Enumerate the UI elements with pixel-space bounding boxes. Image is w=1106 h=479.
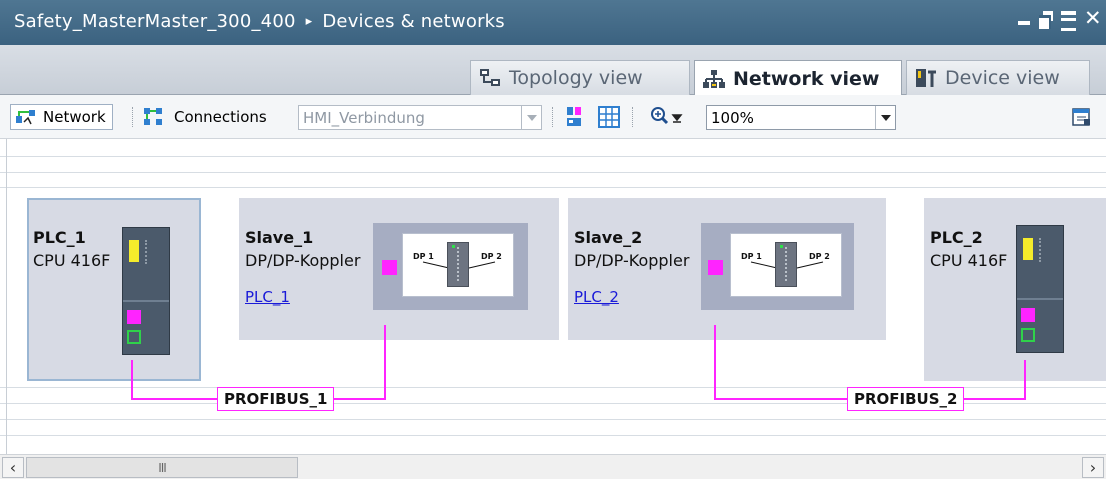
dp-coupler-box: [775, 242, 797, 287]
table-icon: [598, 106, 620, 128]
cpu-divider: [123, 300, 169, 302]
breadcrumb-separator-icon: ▸: [305, 14, 313, 29]
dp-coupler-module: DP 1 DP 2: [373, 223, 528, 310]
cpu-module-icon: [1016, 225, 1064, 353]
tab-label: Device view: [945, 67, 1060, 89]
device-icon: [915, 68, 937, 88]
tab-topology-view[interactable]: Topology view: [470, 60, 690, 95]
zoom-select[interactable]: 100%: [706, 105, 896, 130]
profibus-1-line[interactable]: [384, 325, 386, 400]
device-name: Slave_2: [574, 228, 643, 247]
device-master-link[interactable]: PLC_2: [574, 288, 619, 306]
network-icon: [703, 69, 725, 89]
editor-title-bar: Safety_MasterMaster_300_400 ▸ Devices & ne…: [0, 0, 1106, 45]
profibus-port-icon[interactable]: [127, 310, 141, 324]
grid-line: [0, 172, 1106, 173]
tab-label: Topology view: [509, 67, 643, 89]
horizontal-scrollbar[interactable]: ‹ III ›: [0, 454, 1106, 479]
connections-label: Connections: [174, 108, 267, 126]
profibus-1-line[interactable]: [131, 360, 133, 399]
breadcrumb: Safety_MasterMaster_300_400 ▸ Devices & ne…: [14, 11, 505, 32]
toolbar-divider: [552, 107, 554, 127]
network-mode-icon: [16, 110, 35, 125]
zoom-button[interactable]: [650, 105, 686, 129]
toolbar-divider: [132, 107, 134, 127]
network-toolbar: Network Connections HMI_Verbindung 100%: [0, 95, 1106, 139]
device-slave-1[interactable]: Slave_1 DP/DP-Koppler PLC_1 DP 1 DP 2: [239, 198, 559, 340]
profinet-port-icon[interactable]: [127, 330, 141, 344]
profibus-port-icon[interactable]: [708, 260, 723, 275]
profinet-port-icon[interactable]: [1021, 328, 1035, 342]
device-type: CPU 416F: [33, 251, 111, 270]
address-labels-icon: [567, 107, 581, 126]
connections-icon: [144, 108, 162, 125]
device-plc-2[interactable]: PLC_2 CPU 416F: [924, 198, 1106, 381]
dp-coupler-module: DP 1 DP 2: [701, 223, 854, 310]
breadcrumb-project: Safety_MasterMaster_300_400: [14, 11, 296, 32]
dp-coupler-image-icon: DP 1 DP 2: [730, 233, 842, 297]
dp-coupler-box: [447, 242, 469, 287]
network-mode-button[interactable]: Network: [10, 104, 113, 130]
toolbar-divider: [632, 107, 634, 127]
properties-button[interactable]: [1072, 105, 1092, 129]
zoom-icon: [651, 107, 683, 125]
device-type: CPU 416F: [930, 251, 1008, 270]
connections-mode-button[interactable]: Connections: [142, 105, 267, 129]
device-name: PLC_2: [930, 228, 983, 247]
view-tab-bar: Topology view Network view Device view: [0, 45, 1106, 96]
scrollbar-thumb[interactable]: III: [26, 457, 298, 478]
connection-type-select[interactable]: HMI_Verbindung: [298, 105, 542, 130]
grid-line: [0, 419, 1106, 420]
cpu-status-led: [129, 240, 139, 262]
device-plc-1[interactable]: PLC_1 CPU 416F: [27, 198, 201, 381]
grid-line: [0, 435, 1106, 436]
chevron-down-icon[interactable]: [875, 106, 895, 129]
close-icon[interactable]: ✕: [1084, 8, 1102, 29]
dp-coupler-image-icon: DP 1 DP 2: [402, 233, 514, 297]
show-address-labels-button[interactable]: [566, 105, 590, 129]
grid-line: [0, 156, 1106, 157]
connection-type-value: HMI_Verbindung: [303, 108, 425, 127]
cpu-divider: [1017, 298, 1063, 300]
device-slave-2[interactable]: Slave_2 DP/DP-Koppler PLC_2 DP 1 DP 2: [568, 198, 886, 340]
maximize-icon[interactable]: [1061, 11, 1076, 31]
cpu-slot-stripe: [1039, 238, 1042, 262]
network-mode-label: Network: [43, 108, 106, 126]
profibus-2-label[interactable]: PROFIBUS_2: [847, 387, 965, 411]
cpu-slot-stripe: [145, 240, 148, 264]
table-view-button[interactable]: [598, 105, 620, 129]
tab-device-view[interactable]: Device view: [906, 60, 1090, 95]
zoom-value: 100%: [711, 108, 754, 127]
profibus-port-icon[interactable]: [382, 260, 397, 275]
network-canvas[interactable]: PLC_1 CPU 416F Slave_1 DP/DP-Koppler PLC…: [0, 139, 1106, 454]
topology-icon: [479, 68, 501, 88]
canvas-border: [6, 139, 7, 454]
breadcrumb-section: Devices & networks: [322, 11, 505, 32]
device-type: DP/DP-Koppler: [245, 251, 361, 270]
chevron-down-icon[interactable]: [521, 106, 541, 129]
minimize-icon[interactable]: [1017, 10, 1031, 26]
cpu-module-icon: [122, 227, 170, 355]
window-controls: ✕: [1017, 8, 1102, 31]
profibus-port-icon[interactable]: [1021, 308, 1035, 322]
scrollbar-grip: III: [158, 460, 167, 475]
device-master-link[interactable]: PLC_1: [245, 288, 290, 306]
profibus-2-line[interactable]: [714, 325, 716, 400]
scroll-right-icon[interactable]: ›: [1082, 457, 1104, 478]
device-name: PLC_1: [33, 228, 86, 247]
scroll-left-icon[interactable]: ‹: [2, 457, 24, 478]
profibus-2-line[interactable]: [1024, 360, 1026, 400]
device-type: DP/DP-Koppler: [574, 251, 690, 270]
device-name: Slave_1: [245, 228, 314, 247]
cpu-status-led: [1023, 238, 1033, 260]
properties-icon: [1072, 108, 1090, 126]
tab-label: Network view: [733, 67, 880, 90]
grid-line: [0, 187, 1106, 188]
tab-network-view[interactable]: Network view: [694, 60, 902, 96]
float-window-icon[interactable]: [1039, 10, 1053, 29]
profibus-1-label[interactable]: PROFIBUS_1: [217, 387, 335, 411]
